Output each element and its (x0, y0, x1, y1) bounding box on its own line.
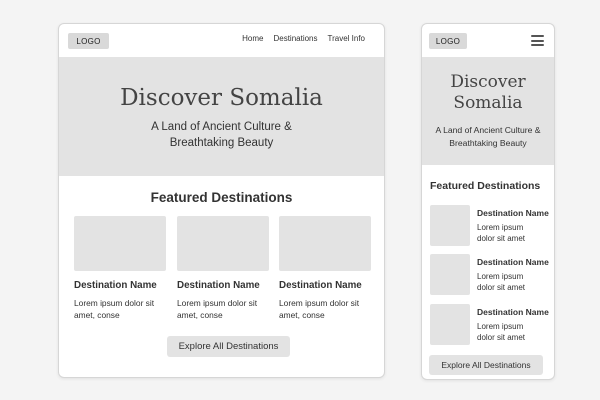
destination-card[interactable]: Destination Name Lorem ipsum dolor sit a… (177, 216, 269, 321)
desktop-wireframe: LOGO Home Destinations Travel Info Disco… (58, 23, 385, 378)
mobile-wireframe: LOGO Discover Somalia A Land of Ancient … (421, 23, 555, 380)
hero-title: Discover Somalia (450, 72, 526, 113)
destination-list-item[interactable]: Destination Name Lorem ipsum dolor sit a… (430, 254, 550, 295)
image-placeholder (177, 216, 269, 271)
destination-card[interactable]: Destination Name Lorem ipsum dolor sit a… (74, 216, 166, 321)
hero-subtitle: A Land of Ancient Culture & Breathtaking… (435, 125, 541, 148)
image-placeholder (430, 304, 470, 345)
destination-name: Destination Name (74, 280, 157, 291)
menu-line (531, 35, 544, 37)
hero-title: Discover Somalia (120, 85, 323, 111)
destination-list-item[interactable]: Destination Name Lorem ipsum dolor sit a… (430, 304, 550, 345)
hamburger-menu-icon[interactable] (531, 35, 544, 46)
destination-list-item[interactable]: Destination Name Lorem ipsum dolor sit a… (430, 205, 550, 246)
image-placeholder (430, 205, 470, 246)
image-placeholder (430, 254, 470, 295)
destination-description: Lorem ipsum dolor sit amet, conse (279, 298, 360, 320)
nav-destinations[interactable]: Destinations (273, 34, 317, 43)
menu-line (531, 39, 544, 42)
hero-subtitle: A Land of Ancient Culture & Breathtaking… (151, 121, 292, 149)
destination-name: Destination Name (477, 257, 549, 267)
logo[interactable]: LOGO (68, 33, 109, 49)
menu-line (531, 44, 544, 46)
destination-description: Lorem ipsum dolor sit amet (477, 272, 526, 292)
main-nav: Home Destinations Travel Info (242, 34, 365, 43)
destination-name: Destination Name (477, 208, 549, 218)
featured-title: Featured Destinations (430, 180, 541, 192)
explore-all-button[interactable]: Explore All Destinations (429, 355, 543, 375)
destination-card[interactable]: Destination Name Lorem ipsum dolor sit a… (279, 216, 371, 321)
nav-travel-info[interactable]: Travel Info (328, 34, 366, 43)
destination-description: Lorem ipsum dolor sit amet, conse (74, 298, 155, 320)
explore-all-button[interactable]: Explore All Destinations (167, 336, 290, 357)
image-placeholder (74, 216, 166, 271)
destination-name: Destination Name (279, 280, 362, 291)
destination-description: Lorem ipsum dolor sit amet, conse (177, 298, 258, 320)
featured-title: Featured Destinations (150, 190, 293, 205)
nav-home[interactable]: Home (242, 34, 263, 43)
destination-name: Destination Name (477, 307, 549, 317)
destination-description: Lorem ipsum dolor sit amet (477, 223, 526, 243)
destination-description: Lorem ipsum dolor sit amet (477, 322, 526, 342)
hero-banner: Discover Somalia A Land of Ancient Cultu… (422, 57, 554, 165)
hero-banner: Discover Somalia A Land of Ancient Cultu… (59, 57, 384, 176)
logo[interactable]: LOGO (429, 33, 467, 49)
destination-name: Destination Name (177, 280, 260, 291)
image-placeholder (279, 216, 371, 271)
